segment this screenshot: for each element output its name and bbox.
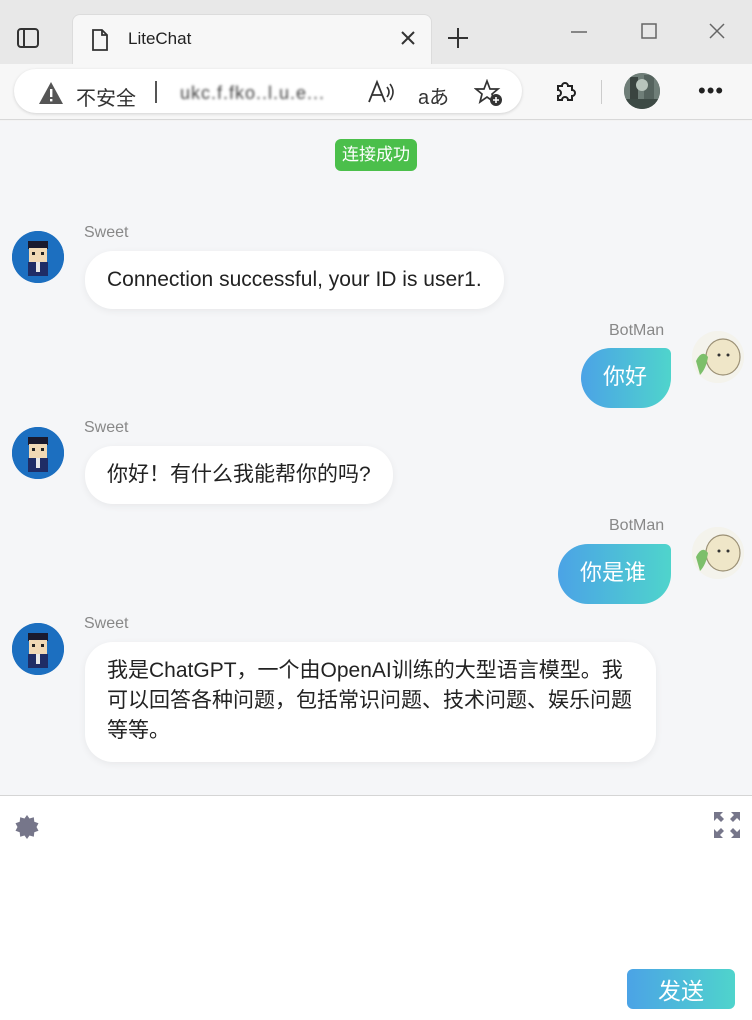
security-label[interactable]: 不安全 [76,82,136,111]
settings-icon[interactable] [14,814,40,845]
send-button[interactable]: 发送 [627,969,735,1009]
window-close-icon[interactable] [706,20,728,42]
user-avatar [692,331,744,383]
bot-avatar [12,231,64,283]
connection-status-badge: 连接成功 [335,139,417,171]
maximize-icon[interactable] [638,20,660,42]
tab-title: LiteChat [128,29,192,48]
message-bubble: 你是谁 [558,544,671,604]
message-bubble: 你好！有什么我能帮你的吗? [85,446,393,504]
bot-avatar [12,427,64,479]
extensions-icon[interactable] [552,78,578,109]
title-bar: LiteChat [0,0,752,64]
bot-avatar [12,623,64,675]
sender-name: Sweet [84,615,129,632]
message-bubble: 我是ChatGPT，一个由OpenAI训练的大型语言模型。我可以回答各种问题，包… [85,642,656,762]
address-bar[interactable]: 不安全 ukc.f.fko..l.u.e... aあ [14,69,522,113]
chat-messages[interactable]: 连接成功 Sweet Connection successful, your I… [0,121,752,795]
close-tab-icon[interactable] [397,27,419,49]
url-text[interactable]: ukc.f.fko..l.u.e... [180,83,325,104]
message-bubble: 你好 [581,348,671,408]
translate-icon[interactable]: aあ [418,81,449,110]
favorite-add-icon[interactable] [473,78,504,112]
more-menu-icon[interactable]: ••• [698,78,724,104]
browser-tab[interactable]: LiteChat [72,14,432,64]
minimize-icon[interactable] [568,22,590,42]
document-icon [91,28,109,57]
sender-name: Sweet [84,419,129,436]
address-divider [155,81,157,103]
new-tab-icon[interactable] [444,24,472,52]
navigation-bar: 不安全 ukc.f.fko..l.u.e... aあ ••• [0,64,752,120]
sender-name: BotMan [609,517,665,534]
sender-name: BotMan [609,322,665,339]
warning-icon[interactable] [38,81,64,110]
sender-name: Sweet [84,224,129,241]
message-bubble: Connection successful, your ID is user1. [85,251,504,309]
toolbar-divider [601,80,602,104]
message-input-area[interactable]: 发送 [0,795,752,1020]
read-aloud-icon[interactable] [366,79,396,110]
fullscreen-icon[interactable] [712,810,742,845]
profile-avatar[interactable] [624,73,660,109]
user-avatar [692,527,744,579]
tab-actions-icon[interactable] [14,24,42,52]
